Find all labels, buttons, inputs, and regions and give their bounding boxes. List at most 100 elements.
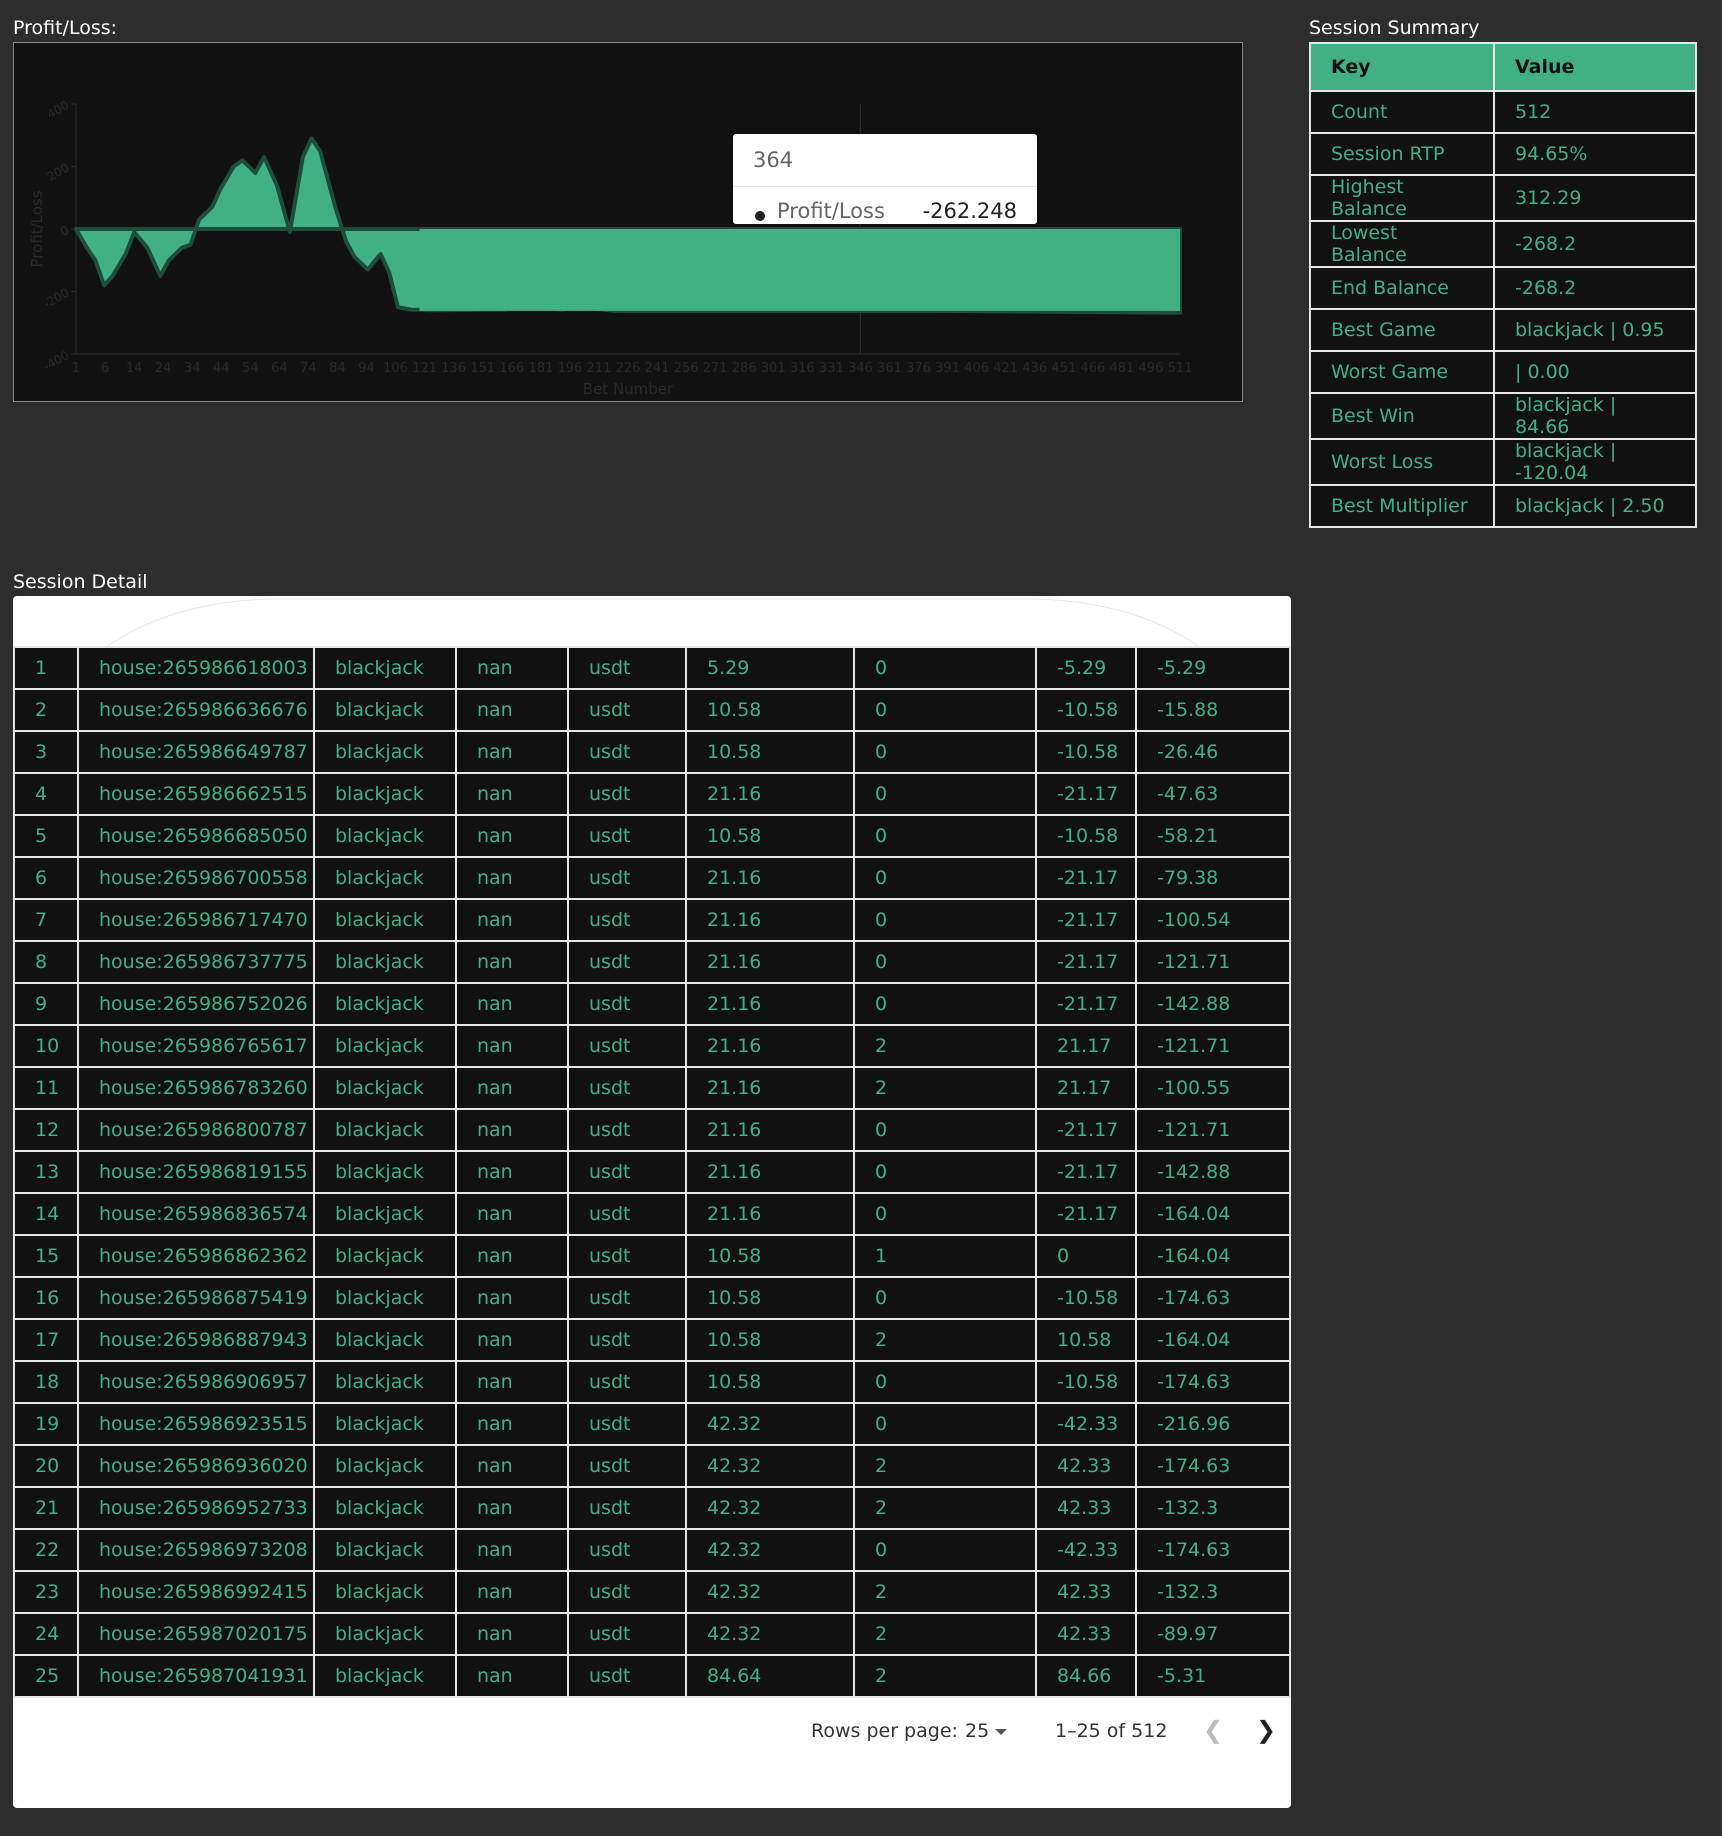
summary-value: -268.2 [1493,266,1697,310]
multiplier-cell: 0 [853,1192,1037,1236]
bet-amount-cell: 21.16 [685,940,855,984]
summary-key: Worst Loss [1309,438,1495,486]
bet-amount-cell: 10.58 [685,1360,855,1404]
session-detail-panel: 1 house:265986618003 blackjack nan usdt 5.29 0… [13,596,1291,1808]
bet-id-cell: house:265986765617 [77,1024,315,1068]
session-detail-table: 1 house:265986618003 blackjack nan usdt 5.29 0… [13,646,1291,1698]
summary-key: Best Win [1309,392,1495,440]
table-row[interactable]: 24 house:265987020175 blackjack nan usdt 42.3… [13,1612,1291,1656]
x-tick-label: 136 [441,361,466,376]
table-row[interactable]: 10 house:265986765617 blackjack nan usdt 21.1… [13,1024,1291,1068]
multiplier-cell: 0 [853,1528,1037,1572]
multiplier-cell: 0 [853,940,1037,984]
table-row[interactable]: 3 house:265986649787 blackjack nan usdt 10.58… [13,730,1291,774]
x-tick-label: 436 [1022,361,1047,376]
x-tick-label: 34 [184,361,201,376]
table-row[interactable]: 12 house:265986800787 blackjack nan usdt 21.1… [13,1108,1291,1152]
summary-key: Session RTP [1309,132,1495,176]
game-type-cell: nan [455,1570,569,1614]
running-balance-cell: -216.96 [1135,1402,1291,1446]
x-tick-label: 54 [242,361,259,376]
currency-cell: usdt [567,856,687,900]
table-row[interactable]: 22 house:265986973208 blackjack nan usdt 42.3… [13,1528,1291,1572]
bet-id-cell: house:265986936020 [77,1444,315,1488]
bet-id-cell: house:265986819155 [77,1150,315,1194]
game-type-cell: nan [455,730,569,774]
table-row[interactable]: 19 house:265986923515 blackjack nan usdt 42.3… [13,1402,1291,1446]
game-name-cell: blackjack [313,646,457,690]
summary-key: Best Game [1309,308,1495,352]
table-row[interactable]: 23 house:265986992415 blackjack nan usdt 42.3… [13,1570,1291,1614]
x-tick-label: 286 [732,361,757,376]
bet-amount-cell: 10.58 [685,1318,855,1362]
running-balance-cell: -174.63 [1135,1528,1291,1572]
header-decoration [107,598,1199,647]
table-row[interactable]: 1 house:265986618003 blackjack nan usdt 5.29 0… [13,646,1291,690]
game-name-cell: blackjack [313,772,457,816]
currency-cell: usdt [567,982,687,1026]
table-row[interactable]: 2 house:265986636676 blackjack nan usdt 10.58… [13,688,1291,732]
table-row[interactable]: 7 house:265986717470 blackjack nan usdt 21.16… [13,898,1291,942]
table-row[interactable]: 8 house:265986737775 blackjack nan usdt 21.16… [13,940,1291,984]
table-row[interactable]: 4 house:265986662515 blackjack nan usdt 21.16… [13,772,1291,816]
table-row[interactable]: 21 house:265986952733 blackjack nan usdt 42.3… [13,1486,1291,1530]
profit-cell: -21.17 [1035,898,1137,942]
rows-per-page-select[interactable]: 25 [965,1720,989,1742]
table-row[interactable]: 9 house:265986752026 blackjack nan usdt 21.16… [13,982,1291,1026]
table-row[interactable]: 13 house:265986819155 blackjack nan usdt 21.1… [13,1150,1291,1194]
game-type-cell: nan [455,1024,569,1068]
summary-value: 512 [1493,90,1697,134]
game-name-cell: blackjack [313,1192,457,1236]
bet-amount-cell: 42.32 [685,1486,855,1530]
table-row[interactable]: 15 house:265986862362 blackjack nan usdt 10.5… [13,1234,1291,1278]
summary-row: Session RTP 94.65% [1309,132,1697,176]
game-name-cell: blackjack [313,814,457,858]
row-index-cell: 3 [13,730,79,774]
bet-id-cell: house:265986973208 [77,1528,315,1572]
profit-cell: -21.17 [1035,940,1137,984]
rows-per-page-label: Rows per page: [811,1720,958,1742]
bet-id-cell: house:265986952733 [77,1486,315,1530]
caret-down-icon[interactable] [995,1729,1007,1735]
profit-loss-chart[interactable]: 400 200 0 -200 -400 1 6 14 24 34 44 54 64 74 84 94 106 12… [13,42,1243,402]
summary-header-value: Value [1493,42,1697,92]
profit-cell: -21.17 [1035,772,1137,816]
table-row[interactable]: 25 house:265987041931 blackjack nan usdt 84.6… [13,1654,1291,1698]
game-type-cell: nan [455,1192,569,1236]
game-name-cell: blackjack [313,1612,457,1656]
x-tick-label: 64 [271,361,288,376]
row-index-cell: 20 [13,1444,79,1488]
table-row[interactable]: 11 house:265986783260 blackjack nan usdt 21.1… [13,1066,1291,1110]
table-row[interactable]: 6 house:265986700558 blackjack nan usdt 21.16… [13,856,1291,900]
multiplier-cell: 2 [853,1444,1037,1488]
table-row[interactable]: 17 house:265986887943 blackjack nan usdt 10.5… [13,1318,1291,1362]
currency-cell: usdt [567,1654,687,1698]
x-tick-label: 121 [412,361,437,376]
x-tick-label: 331 [819,361,844,376]
row-index-cell: 7 [13,898,79,942]
running-balance-cell: -174.63 [1135,1444,1291,1488]
multiplier-cell: 0 [853,982,1037,1026]
table-row[interactable]: 18 house:265986906957 blackjack nan usdt 10.5… [13,1360,1291,1404]
row-index-cell: 13 [13,1150,79,1194]
table-row[interactable]: 5 house:265986685050 blackjack nan usdt 10.58… [13,814,1291,858]
chevron-left-icon[interactable]: ❮ [1203,1716,1223,1744]
table-row[interactable]: 16 house:265986875419 blackjack nan usdt 10.5… [13,1276,1291,1320]
row-index-cell: 5 [13,814,79,858]
row-index-cell: 24 [13,1612,79,1656]
summary-value: 94.65% [1493,132,1697,176]
y-tick-label: -200 [41,285,72,311]
table-row[interactable]: 20 house:265986936020 blackjack nan usdt 42.3… [13,1444,1291,1488]
currency-cell: usdt [567,1486,687,1530]
summary-value: blackjack | 84.66 [1493,392,1697,440]
game-name-cell: blackjack [313,1570,457,1614]
chevron-right-icon[interactable]: ❯ [1256,1716,1276,1744]
game-type-cell: nan [455,1654,569,1698]
bet-amount-cell: 21.16 [685,856,855,900]
x-tick-label: 421 [993,361,1018,376]
row-index-cell: 23 [13,1570,79,1614]
multiplier-cell: 0 [853,1360,1037,1404]
row-index-cell: 16 [13,1276,79,1320]
table-row[interactable]: 14 house:265986836574 blackjack nan usdt 21.1… [13,1192,1291,1236]
session-summary-table: Key Value Count 512 Session RTP 94.65% Highe… [1309,42,1697,528]
